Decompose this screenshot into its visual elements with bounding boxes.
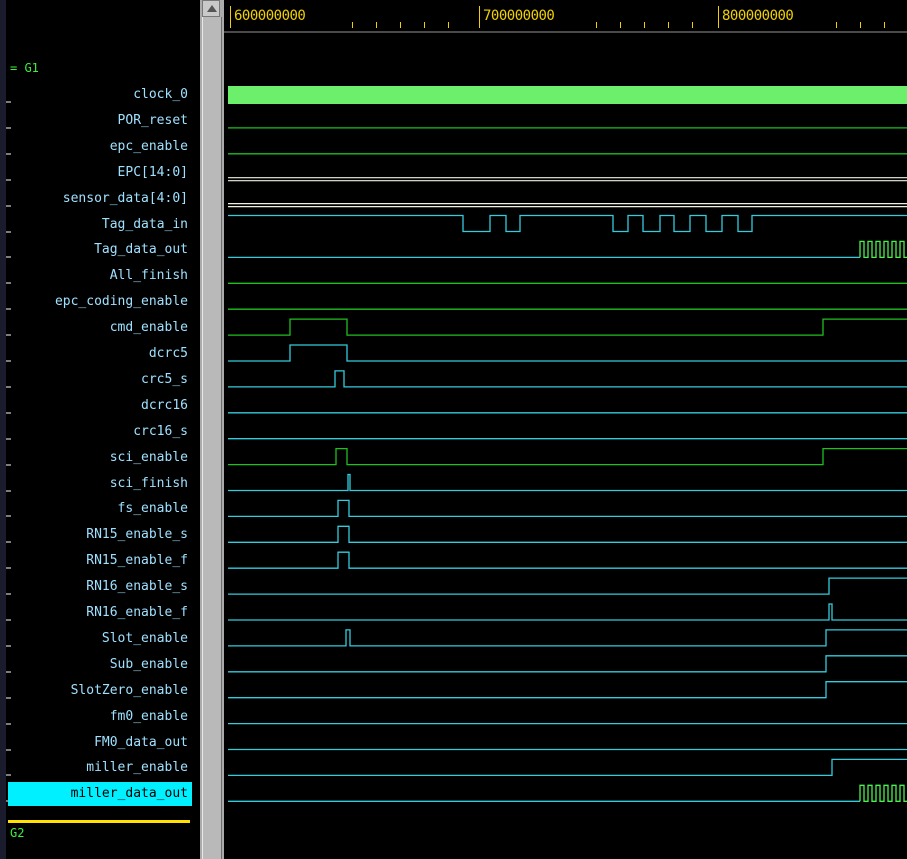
signal-name[interactable]: epc_coding_enable xyxy=(8,290,192,314)
signal-name[interactable]: crc16_s xyxy=(8,420,192,444)
ruler-minor-tick xyxy=(424,22,425,28)
signal-name[interactable]: RN15_enable_s xyxy=(8,523,192,547)
ruler-minor-tick xyxy=(884,22,885,28)
pulse-train xyxy=(859,784,907,802)
signal-name[interactable]: POR_reset xyxy=(8,109,192,133)
signal-name[interactable]: Tag_data_in xyxy=(8,213,192,237)
signal-waveform xyxy=(228,603,907,621)
signal-name-panel: = G1 clock_0 POR_reset epc_enable EPC[14:0]… xyxy=(0,0,200,859)
signal-name[interactable]: clock_0 xyxy=(8,83,192,107)
signal-waveform xyxy=(228,629,907,647)
signal-name[interactable]: dcrc16 xyxy=(8,394,192,418)
signal-name[interactable]: epc_enable xyxy=(8,135,192,159)
signal-waveform xyxy=(228,344,907,362)
signal-name[interactable]: RN16_enable_s xyxy=(8,575,192,599)
signal-name[interactable]: Sub_enable xyxy=(8,653,192,677)
signal-name[interactable]: miller_data_out xyxy=(8,782,192,806)
signal-waveform xyxy=(228,577,907,595)
ruler-major-tick xyxy=(230,6,231,28)
ruler-minor-tick xyxy=(860,22,861,28)
signal-waveform xyxy=(228,499,907,518)
signal-waveform xyxy=(228,318,907,336)
ruler-major-tick xyxy=(718,6,719,28)
selection-underline xyxy=(8,820,190,823)
ruler-major-tick xyxy=(479,6,480,28)
signal-waveform xyxy=(228,370,907,388)
signal-name[interactable]: cmd_enable xyxy=(8,316,192,340)
ruler-label: 800000000 xyxy=(722,8,794,24)
signal-waveform xyxy=(228,551,907,569)
signal-name[interactable]: fm0_enable xyxy=(8,705,192,729)
signal-waveform xyxy=(228,473,907,492)
signal-waveform xyxy=(228,214,907,233)
ruler-minor-tick xyxy=(596,22,597,28)
ruler-label: 600000000 xyxy=(234,8,306,24)
ruler-minor-tick xyxy=(352,22,353,28)
time-ruler[interactable]: 600000000 700000000 800000000 xyxy=(224,0,907,33)
pulse-train xyxy=(859,240,907,259)
group-label-g1[interactable]: = G1 xyxy=(10,61,39,75)
signal-waveform xyxy=(228,681,907,699)
signal-waveform xyxy=(228,525,907,543)
clock-waveform xyxy=(228,86,907,104)
waveform-canvas[interactable] xyxy=(224,33,907,859)
ruler-minor-tick xyxy=(448,22,449,28)
signal-name[interactable]: dcrc5 xyxy=(8,342,192,366)
signal-name[interactable]: Tag_data_out xyxy=(8,238,192,262)
vertical-scrollbar[interactable] xyxy=(200,0,224,859)
signal-name[interactable]: miller_enable xyxy=(8,756,192,780)
ruler-minor-tick xyxy=(644,22,645,28)
signal-name[interactable]: sci_finish xyxy=(8,472,192,496)
scroll-up-icon[interactable] xyxy=(202,0,220,17)
signal-name[interactable]: fs_enable xyxy=(8,497,192,521)
ruler-minor-tick xyxy=(620,22,621,28)
signal-name[interactable]: All_finish xyxy=(8,264,192,288)
signal-waveform xyxy=(228,447,907,466)
ruler-minor-tick xyxy=(668,22,669,28)
ruler-minor-tick xyxy=(692,22,693,28)
signal-name[interactable]: RN15_enable_f xyxy=(8,549,192,573)
group-label-g2[interactable]: G2 xyxy=(10,826,24,840)
signal-waveform xyxy=(228,758,907,777)
signal-name[interactable]: sci_enable xyxy=(8,446,192,470)
signal-name[interactable]: sensor_data[4:0] xyxy=(8,187,192,211)
ruler-minor-tick xyxy=(376,22,377,28)
ruler-minor-tick xyxy=(400,22,401,28)
signal-name[interactable]: Slot_enable xyxy=(8,627,192,651)
signal-waveform xyxy=(228,655,907,673)
signal-name[interactable]: EPC[14:0] xyxy=(8,161,192,185)
signal-name[interactable]: SlotZero_enable xyxy=(8,679,192,703)
ruler-label: 700000000 xyxy=(483,8,555,24)
signal-name[interactable]: RN16_enable_f xyxy=(8,601,192,625)
ruler-minor-tick xyxy=(836,22,837,28)
scroll-track[interactable] xyxy=(202,17,222,859)
signal-name[interactable]: FM0_data_out xyxy=(8,731,192,755)
signal-name[interactable]: crc5_s xyxy=(8,368,192,392)
